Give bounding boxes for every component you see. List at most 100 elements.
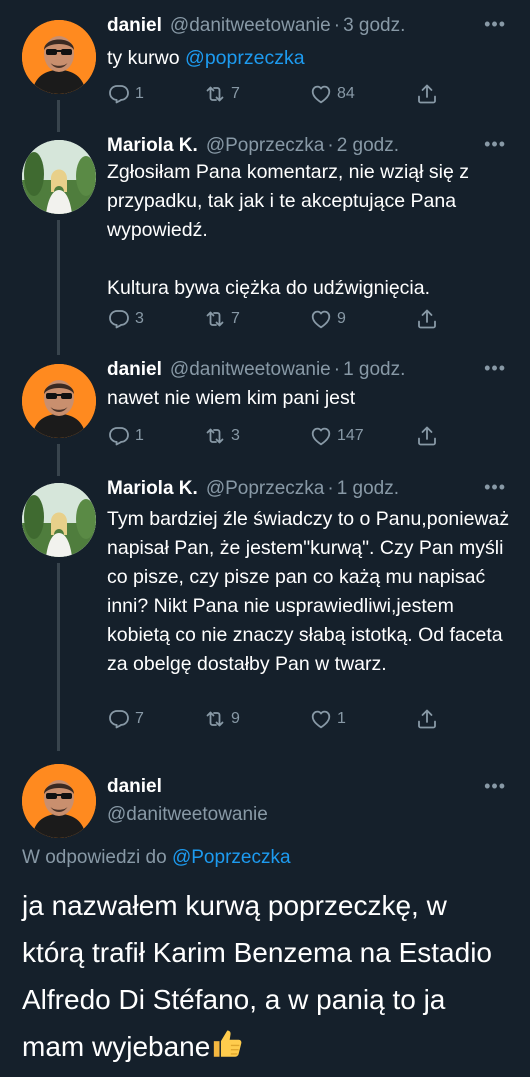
action-bar: 3 7 9 bbox=[107, 307, 439, 331]
separator: · bbox=[333, 15, 341, 36]
avatar-image-daniel bbox=[22, 764, 96, 838]
avatar[interactable] bbox=[22, 483, 96, 557]
retweet-count: 7 bbox=[231, 310, 240, 327]
author-handle[interactable]: @danitweetowanie bbox=[170, 15, 331, 37]
tweet-2[interactable]: Mariola K. @Poprzeczka · 2 godz. ••• Zgł… bbox=[0, 132, 530, 355]
author-handle[interactable]: @Poprzeczka bbox=[206, 135, 325, 157]
thumbs-up-emoji-icon bbox=[211, 1027, 245, 1061]
timestamp[interactable]: 1 godz. bbox=[343, 359, 405, 381]
reply-button[interactable]: 1 bbox=[107, 424, 203, 448]
author-name[interactable]: Mariola K. bbox=[107, 478, 198, 500]
like-count: 1 bbox=[337, 710, 346, 727]
author-name[interactable]: Mariola K. bbox=[107, 135, 198, 157]
action-bar: 7 9 1 bbox=[107, 707, 439, 731]
avatar[interactable] bbox=[22, 364, 96, 438]
heart-icon bbox=[309, 82, 333, 106]
share-icon bbox=[415, 307, 439, 331]
reply-count: 1 bbox=[135, 85, 144, 102]
share-button[interactable] bbox=[415, 424, 439, 448]
reply-button[interactable]: 1 bbox=[107, 82, 203, 106]
author-name[interactable]: daniel bbox=[107, 15, 162, 37]
thread-line bbox=[57, 220, 60, 355]
reply-button[interactable]: 3 bbox=[107, 307, 203, 331]
avatar-image-daniel bbox=[22, 20, 96, 94]
timestamp[interactable]: 2 godz. bbox=[337, 135, 399, 157]
thread-line bbox=[57, 444, 60, 476]
timestamp[interactable]: 1 godz. bbox=[337, 478, 399, 500]
author-handle[interactable]: @danitweetowanie bbox=[107, 804, 268, 826]
share-icon bbox=[415, 424, 439, 448]
reply-icon bbox=[107, 307, 131, 331]
author-name[interactable]: daniel bbox=[107, 359, 162, 381]
more-options-icon[interactable]: ••• bbox=[484, 477, 506, 498]
retweet-button[interactable]: 7 bbox=[203, 82, 309, 106]
heart-icon bbox=[309, 707, 333, 731]
author-name[interactable]: daniel bbox=[107, 776, 162, 798]
reply-context: W odpowiedzi do @Poprzeczka bbox=[22, 847, 291, 869]
tweet-header: daniel @danitweetowanie · 1 godz. bbox=[107, 356, 405, 384]
timestamp[interactable]: 3 godz. bbox=[343, 15, 405, 37]
avatar-image-daniel bbox=[22, 364, 96, 438]
like-button[interactable]: 1 bbox=[309, 707, 415, 731]
reply-icon bbox=[107, 424, 131, 448]
main-tweet: daniel @danitweetowanie ••• W odpowiedzi… bbox=[0, 760, 530, 1077]
mention-link[interactable]: @poprzeczka bbox=[185, 47, 305, 69]
more-options-icon[interactable]: ••• bbox=[484, 134, 506, 155]
share-button[interactable] bbox=[415, 707, 439, 731]
like-button[interactable]: 147 bbox=[309, 424, 415, 448]
tweet-paragraph: Zgłosiłam Pana komentarz, nie wziął się … bbox=[107, 161, 469, 241]
thread-line bbox=[57, 563, 60, 751]
reply-label: W odpowiedzi do bbox=[22, 847, 172, 868]
avatar[interactable] bbox=[22, 140, 96, 214]
action-bar: 1 7 84 bbox=[107, 82, 439, 106]
avatar[interactable] bbox=[22, 20, 96, 94]
separator: · bbox=[327, 478, 334, 499]
avatar[interactable] bbox=[22, 764, 96, 838]
author-handle[interactable]: @Poprzeczka bbox=[206, 478, 325, 500]
retweet-icon bbox=[203, 82, 227, 106]
author-handle[interactable]: @danitweetowanie bbox=[170, 359, 331, 381]
tweet-header: Mariola K. @Poprzeczka · 2 godz. bbox=[107, 132, 399, 160]
reply-button[interactable]: 7 bbox=[107, 707, 203, 731]
retweet-count: 9 bbox=[231, 710, 240, 727]
like-button[interactable]: 9 bbox=[309, 307, 415, 331]
tweet-text: Zgłosiłam Pana komentarz, nie wziął się … bbox=[107, 158, 517, 303]
retweet-icon bbox=[203, 307, 227, 331]
heart-icon bbox=[309, 424, 333, 448]
tweet-text: ty kurwo @poprzeczka bbox=[107, 44, 517, 73]
heart-icon bbox=[309, 307, 333, 331]
tweet-text: nawet nie wiem kim pani jest bbox=[107, 387, 356, 409]
retweet-icon bbox=[203, 424, 227, 448]
retweet-button[interactable]: 9 bbox=[203, 707, 309, 731]
like-count: 9 bbox=[337, 310, 346, 327]
more-options-icon[interactable]: ••• bbox=[484, 776, 506, 797]
tweet-1[interactable]: daniel @danitweetowanie · 3 godz. ••• ty… bbox=[0, 12, 530, 132]
reply-count: 7 bbox=[135, 710, 144, 727]
main-tweet-text: ja nazwałem kurwą poprzeczkę, w którą tr… bbox=[22, 882, 512, 1070]
retweet-button[interactable]: 7 bbox=[203, 307, 309, 331]
tweet-3[interactable]: daniel @danitweetowanie · 1 godz. ••• na… bbox=[0, 356, 530, 476]
separator: · bbox=[333, 359, 341, 380]
retweet-count: 3 bbox=[231, 427, 240, 444]
tweet-header: Mariola K. @Poprzeczka · 1 godz. bbox=[107, 475, 399, 503]
retweet-button[interactable]: 3 bbox=[203, 424, 309, 448]
like-count: 147 bbox=[337, 427, 364, 444]
reply-icon bbox=[107, 82, 131, 106]
avatar-image-mariola bbox=[22, 483, 96, 557]
share-icon bbox=[415, 82, 439, 106]
main-tweet-body: ja nazwałem kurwą poprzeczkę, w którą tr… bbox=[22, 890, 492, 1062]
like-button[interactable]: 84 bbox=[309, 82, 415, 106]
share-button[interactable] bbox=[415, 82, 439, 106]
thread-line bbox=[57, 100, 60, 132]
tweet-4[interactable]: Mariola K. @Poprzeczka · 1 godz. ••• Tym… bbox=[0, 475, 530, 751]
action-bar: 1 3 147 bbox=[107, 424, 439, 448]
avatar-image-mariola bbox=[22, 140, 96, 214]
tweet-header: daniel @danitweetowanie · 3 godz. bbox=[107, 12, 405, 40]
mention-link[interactable]: @Poprzeczka bbox=[172, 847, 291, 868]
share-icon bbox=[415, 707, 439, 731]
more-options-icon[interactable]: ••• bbox=[484, 14, 506, 35]
tweet-paragraph: Kultura bywa ciężka do udźwignięcia. bbox=[107, 277, 431, 299]
more-options-icon[interactable]: ••• bbox=[484, 358, 506, 379]
tweet-text: Tym bardziej źle świadczy to o Panu,poni… bbox=[107, 508, 510, 675]
share-button[interactable] bbox=[415, 307, 439, 331]
